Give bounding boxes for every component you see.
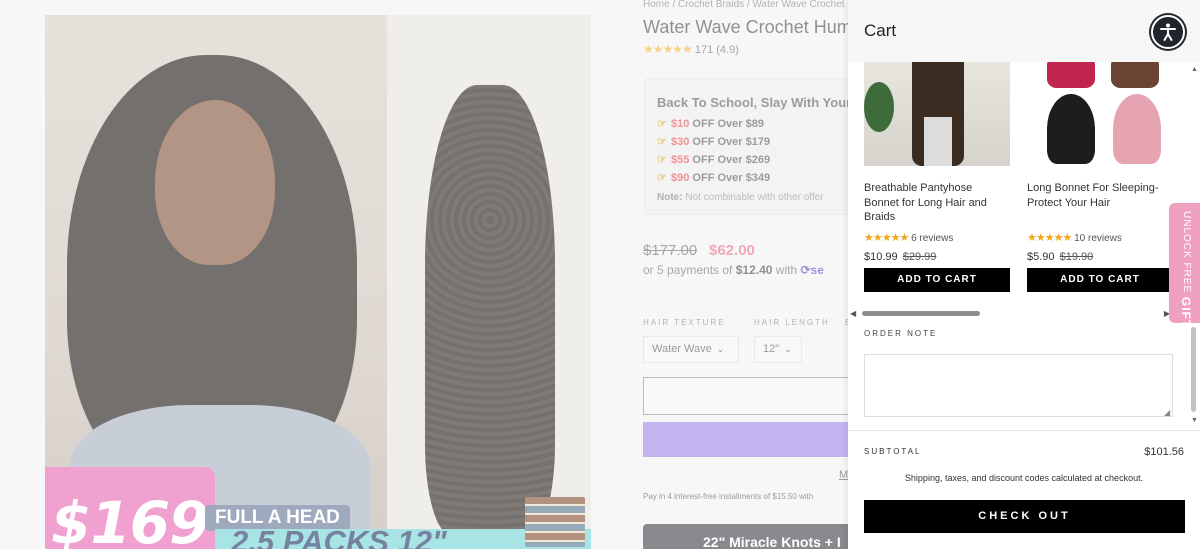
product-rating: ★★★★★ 10 reviews — [1027, 232, 1122, 244]
scroll-up-icon[interactable]: ▲ — [1191, 66, 1198, 73]
recommended-product: Long Bonnet For Sleeping-Protect Your Ha… — [1027, 62, 1173, 292]
drawer-backdrop[interactable] — [0, 0, 848, 549]
product-name[interactable]: Breathable Pantyhose Bonnet for Long Hai… — [864, 181, 1010, 225]
add-to-cart-button[interactable]: ADD TO CART — [1027, 268, 1173, 292]
star-rating-icon: ★★★★★ — [864, 232, 909, 244]
recommendations-horizontal-scrollbar[interactable]: ◀ ▶ — [848, 309, 1172, 318]
product-name[interactable]: Long Bonnet For Sleeping-Protect Your Ha… — [1027, 181, 1173, 225]
order-note-label: ORDER NOTE — [864, 329, 938, 338]
scroll-down-icon[interactable]: ▼ — [1191, 417, 1198, 424]
subtotal-label: SUBTOTAL — [864, 447, 922, 456]
cart-title: Cart — [864, 21, 897, 40]
cart-header: Cart — [848, 0, 1200, 62]
recommended-product: Breathable Pantyhose Bonnet for Long Hai… — [864, 62, 1010, 292]
resize-handle-icon[interactable]: ◢ — [1164, 408, 1170, 417]
product-thumbnail[interactable] — [864, 62, 1010, 166]
scrollbar-thumb[interactable] — [862, 311, 980, 316]
product-price: $10.99 $29.99 — [864, 251, 937, 263]
scrollbar-thumb[interactable] — [1191, 327, 1196, 412]
order-note-field[interactable] — [864, 354, 1173, 417]
product-rating: ★★★★★ 6 reviews — [864, 232, 954, 244]
checkout-button[interactable]: CHECK OUT — [864, 500, 1185, 533]
shipping-note: Shipping, taxes, and discount codes calc… — [904, 473, 1144, 483]
add-to-cart-button[interactable]: ADD TO CART — [864, 268, 1010, 292]
unlock-gift-label[interactable]: UNLOCK FREE GIFT — [1177, 211, 1193, 328]
product-price: $5.90 $19.90 — [1027, 251, 1094, 263]
scroll-left-icon[interactable]: ◀ — [850, 309, 856, 318]
product-thumbnail[interactable] — [1027, 62, 1173, 166]
accessibility-icon[interactable] — [1151, 15, 1185, 49]
divider — [848, 430, 1200, 431]
star-rating-icon: ★★★★★ — [1027, 232, 1072, 244]
cart-scroll-area: Breathable Pantyhose Bonnet for Long Hai… — [848, 62, 1188, 430]
subtotal-value: $101.56 — [1144, 446, 1184, 458]
cart-drawer: Cart Breathable Pantyhose Bonnet for Lon… — [848, 0, 1200, 549]
